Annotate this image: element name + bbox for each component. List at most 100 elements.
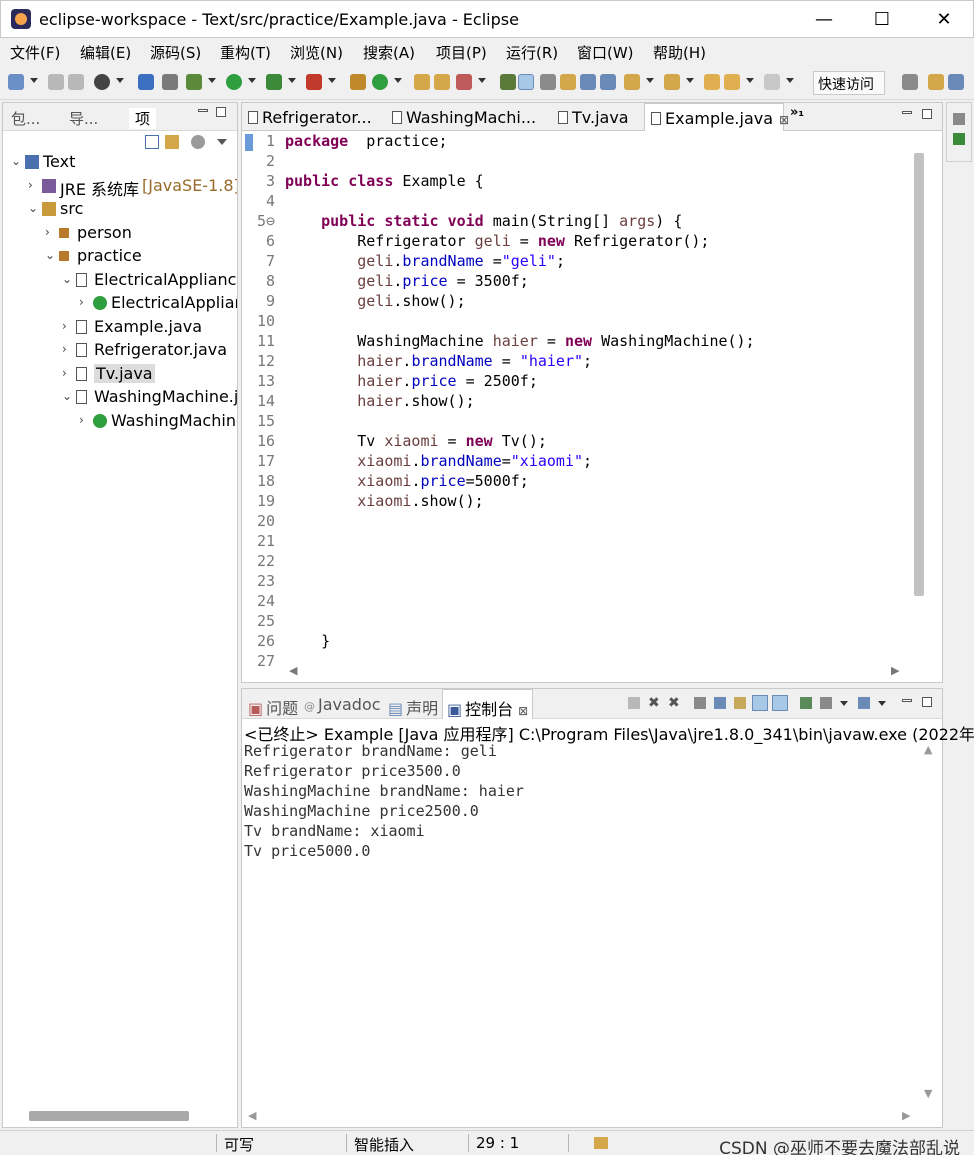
toggle-highlight-icon[interactable] bbox=[518, 74, 534, 90]
coverage-dropdown-icon[interactable] bbox=[288, 78, 296, 83]
chevron-down-icon[interactable]: ⌄ bbox=[45, 248, 57, 262]
more-tabs-button[interactable]: »₁ bbox=[790, 105, 804, 120]
tree-item[interactable]: ⌄ ElectricalAppliance bbox=[3, 269, 237, 292]
quick-access-field[interactable]: 快速访问 bbox=[813, 71, 885, 95]
debug-perspective-icon[interactable] bbox=[94, 74, 110, 90]
close-tab-icon[interactable]: ⊠ bbox=[518, 704, 528, 718]
scroll-left-icon[interactable]: ◀ bbox=[289, 664, 297, 677]
back-dropdown-icon[interactable] bbox=[746, 78, 754, 83]
chevron-right-icon[interactable]: › bbox=[62, 366, 74, 380]
chevron-down-icon[interactable]: ⌄ bbox=[11, 154, 23, 168]
open-perspective-icon[interactable] bbox=[902, 74, 918, 90]
debug-icon[interactable] bbox=[186, 74, 202, 90]
menu-navigate[interactable]: 浏览(N) bbox=[290, 42, 343, 63]
tree-item[interactable]: › WashingMachine bbox=[3, 410, 237, 433]
outline-icon[interactable] bbox=[953, 113, 965, 125]
tree-item[interactable]: ⌄ WashingMachine.ja bbox=[3, 386, 237, 409]
chevron-right-icon[interactable]: › bbox=[45, 225, 57, 239]
minimize-console-icon[interactable] bbox=[902, 699, 912, 702]
task-list-icon[interactable] bbox=[953, 133, 965, 145]
tab-tv[interactable]: Tv.java bbox=[552, 103, 642, 131]
new-java-project-icon[interactable] bbox=[350, 74, 366, 90]
show-source-icon[interactable] bbox=[580, 74, 596, 90]
tree-item[interactable]: ⌄ practice bbox=[3, 245, 237, 268]
filter-icon[interactable] bbox=[191, 135, 205, 149]
chevron-right-icon[interactable]: › bbox=[62, 342, 74, 356]
tab-problems[interactable]: ▣ 问题 bbox=[248, 695, 298, 719]
external-tools-icon[interactable] bbox=[306, 74, 322, 90]
scroll-up-icon[interactable]: ▲ bbox=[924, 743, 932, 756]
maximize-editor-icon[interactable] bbox=[922, 109, 932, 119]
progress-icon[interactable] bbox=[594, 1137, 608, 1149]
run-icon[interactable] bbox=[226, 74, 242, 90]
word-wrap-icon[interactable] bbox=[600, 74, 616, 90]
chevron-down-icon[interactable]: ⌄ bbox=[62, 389, 74, 403]
menu-project[interactable]: 项目(P) bbox=[436, 42, 487, 63]
clear-console-icon[interactable] bbox=[694, 697, 706, 709]
menu-edit[interactable]: 编辑(E) bbox=[80, 42, 131, 63]
tree-item[interactable]: ⌄ src bbox=[3, 198, 237, 221]
editor-hscrollbar[interactable]: ◀ ▶ bbox=[285, 662, 905, 682]
word-wrap-icon[interactable] bbox=[734, 697, 746, 709]
chevron-down-icon[interactable]: ⌄ bbox=[62, 272, 74, 286]
maximize-console-icon[interactable] bbox=[922, 697, 932, 707]
tab-project-explorer[interactable]: 项 bbox=[129, 108, 157, 129]
open-type-icon[interactable] bbox=[414, 74, 430, 90]
menu-file[interactable]: 文件(F) bbox=[10, 42, 60, 63]
open-console-dropdown-icon[interactable] bbox=[878, 701, 886, 706]
pin-console-icon[interactable] bbox=[800, 697, 812, 709]
remove-all-launches-icon[interactable]: ✖ bbox=[668, 695, 680, 711]
open-console-icon[interactable] bbox=[858, 697, 870, 709]
tree-item[interactable]: › ElectricalApplian bbox=[3, 292, 237, 315]
tree-item[interactable]: › person bbox=[3, 222, 237, 245]
external-tools-dropdown-icon[interactable] bbox=[328, 78, 336, 83]
chevron-down-icon[interactable]: ⌄ bbox=[28, 201, 40, 215]
minimize-button[interactable]: — bbox=[801, 5, 847, 35]
forward-dropdown-icon[interactable] bbox=[786, 78, 794, 83]
tab-refrigerator[interactable]: Refrigerator... bbox=[242, 103, 380, 131]
menu-help[interactable]: 帮助(H) bbox=[653, 42, 706, 63]
chevron-right-icon[interactable]: › bbox=[62, 319, 74, 333]
new-icon[interactable] bbox=[8, 74, 24, 90]
collapse-all-icon[interactable] bbox=[145, 135, 159, 149]
last-edit-icon[interactable] bbox=[704, 74, 720, 90]
skip-breakpoints-icon[interactable] bbox=[162, 74, 178, 90]
run-dropdown-icon[interactable] bbox=[248, 78, 256, 83]
previous-annotation-dropdown-icon[interactable] bbox=[686, 78, 694, 83]
tab-navigator[interactable]: 导... bbox=[69, 108, 98, 129]
debug-dropdown-icon[interactable] bbox=[208, 78, 216, 83]
tab-example[interactable]: Example.java ⊠ bbox=[644, 103, 789, 131]
tab-console[interactable]: ▣ 控制台 ⊠ bbox=[442, 689, 534, 719]
scroll-lock-icon[interactable] bbox=[714, 697, 726, 709]
close-button[interactable]: ✕ bbox=[921, 5, 967, 35]
terminal-icon[interactable] bbox=[138, 74, 154, 90]
search-icon[interactable] bbox=[456, 74, 472, 90]
tab-package-explorer[interactable]: 包... bbox=[11, 108, 40, 129]
console-vscrollbar[interactable]: ▲ ▼ bbox=[920, 743, 940, 1103]
view-menu-icon[interactable] bbox=[217, 139, 227, 145]
scroll-right-icon[interactable]: ▶ bbox=[891, 664, 899, 677]
display-console-icon[interactable] bbox=[820, 697, 832, 709]
terminate-icon[interactable] bbox=[628, 697, 640, 709]
tree-item[interactable]: ⌄ Text bbox=[3, 151, 237, 174]
close-tab-icon[interactable]: ⊠ bbox=[779, 113, 789, 127]
tree-item[interactable]: › Example.java bbox=[3, 316, 237, 339]
scroll-down-icon[interactable]: ▼ bbox=[924, 1087, 932, 1100]
new-class-dropdown-icon[interactable] bbox=[394, 78, 402, 83]
scroll-left-icon[interactable]: ◀ bbox=[248, 1109, 256, 1122]
previous-annotation-icon[interactable] bbox=[664, 74, 680, 90]
scroll-right-icon[interactable]: ▶ bbox=[902, 1109, 910, 1122]
editor-vscrollbar-thumb[interactable] bbox=[914, 153, 924, 596]
left-hscrollbar[interactable] bbox=[29, 1111, 189, 1121]
java-perspective-icon[interactable] bbox=[948, 74, 964, 90]
maximize-button[interactable]: ☐ bbox=[859, 5, 905, 35]
coverage-icon[interactable] bbox=[266, 74, 282, 90]
link-with-editor-icon[interactable] bbox=[165, 135, 179, 149]
block-selection-icon[interactable] bbox=[540, 74, 556, 90]
tree-item[interactable]: › JRE 系统库 [JavaSE-1.8] bbox=[3, 175, 237, 198]
toggle-mark-occurrences-icon[interactable] bbox=[500, 74, 516, 90]
new-class-icon[interactable] bbox=[372, 74, 388, 90]
remove-launch-icon[interactable]: ✖ bbox=[648, 695, 660, 711]
open-task-icon[interactable] bbox=[434, 74, 450, 90]
show-on-stdout-icon[interactable] bbox=[752, 695, 768, 711]
